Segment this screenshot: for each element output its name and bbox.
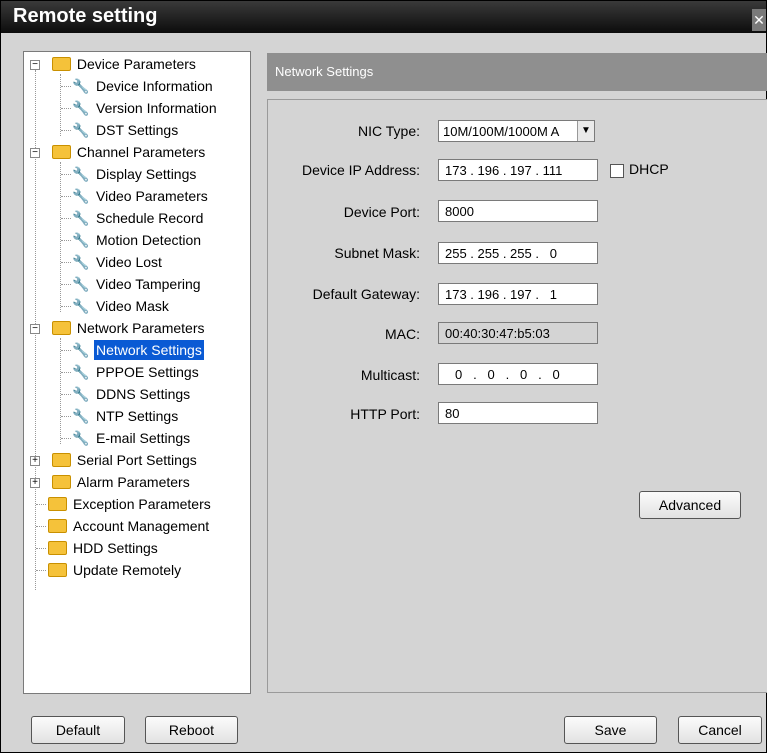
mac-field: 00:40:30:47:b5:03 — [438, 322, 598, 344]
remote-setting-window: Remote setting ✕ − Device Parameters 🔧 De… — [0, 0, 767, 753]
folder-icon — [51, 145, 71, 160]
tree-item-pppoe-settings[interactable]: 🔧 PPPOE Settings — [72, 362, 201, 382]
section-header: Network Settings — [267, 53, 767, 91]
tree-item-display-settings[interactable]: 🔧 Display Settings — [72, 164, 198, 184]
folder-icon — [51, 453, 71, 468]
tree-item-ntp-settings[interactable]: 🔧 NTP Settings — [72, 406, 180, 426]
collapse-icon[interactable]: − — [30, 324, 40, 334]
tree-item-video-mask[interactable]: 🔧 Video Mask — [72, 296, 171, 316]
folder-icon — [51, 475, 71, 490]
wrench-icon: 🔧 — [72, 408, 90, 424]
wrench-icon: 🔧 — [72, 276, 90, 292]
wrench-icon: 🔧 — [72, 364, 90, 380]
tree-node-exception-parameters[interactable]: Exception Parameters — [48, 494, 213, 514]
title-bar: Remote setting ✕ — [1, 1, 766, 33]
mac-label: MAC: — [385, 326, 420, 342]
tree-node-alarm-parameters[interactable]: + Alarm Parameters — [30, 472, 192, 492]
tree-item-version-information[interactable]: 🔧 Version Information — [72, 98, 219, 118]
wrench-icon: 🔧 — [72, 430, 90, 446]
tree-node-device-parameters[interactable]: − Device Parameters — [30, 54, 198, 74]
default-gateway-field[interactable]: 173 . 196 . 197 . 1 — [438, 283, 598, 305]
multicast-field[interactable]: 0 . 0 . 0 . 0 — [438, 363, 598, 385]
folder-icon — [48, 563, 67, 578]
tree-node-network-parameters[interactable]: − Network Parameters — [30, 318, 206, 338]
wrench-icon: 🔧 — [72, 232, 90, 248]
wrench-icon: 🔧 — [72, 386, 90, 402]
section-title: Network Settings — [275, 64, 374, 79]
subnet-mask-field[interactable]: 255 . 255 . 255 . 0 — [438, 242, 598, 264]
subnet-mask-label: Subnet Mask: — [334, 245, 420, 261]
default-button[interactable]: Default — [31, 716, 125, 744]
http-port-field[interactable]: 80 — [438, 402, 598, 424]
http-port-label: HTTP Port: — [350, 406, 420, 422]
folder-icon — [51, 321, 71, 336]
folder-icon — [51, 57, 71, 72]
expand-icon[interactable]: + — [30, 478, 40, 488]
tree-item-dst-settings[interactable]: 🔧 DST Settings — [72, 120, 180, 140]
tree-node-serial-port-settings[interactable]: + Serial Port Settings — [30, 450, 199, 470]
device-ip-field[interactable]: 173 . 196 . 197 . 111 — [438, 159, 598, 181]
save-button[interactable]: Save — [564, 716, 657, 744]
nic-type-label: NIC Type: — [358, 123, 420, 139]
settings-tree[interactable]: − Device Parameters 🔧 Device Information … — [23, 51, 251, 694]
dhcp-label: DHCP — [629, 161, 669, 177]
wrench-icon: 🔧 — [72, 210, 90, 226]
tree-item-email-settings[interactable]: 🔧 E-mail Settings — [72, 428, 192, 448]
wrench-icon: 🔧 — [72, 188, 90, 204]
default-gateway-label: Default Gateway: — [312, 286, 420, 302]
device-ip-label: Device IP Address: — [301, 162, 420, 178]
chevron-down-icon[interactable]: ▼ — [577, 121, 594, 141]
wrench-icon: 🔧 — [72, 122, 90, 138]
reboot-button[interactable]: Reboot — [145, 716, 238, 744]
network-settings-panel: NIC Type: 10M/100M/1000M A ▼ Device IP A… — [267, 99, 767, 693]
tree-node-channel-parameters[interactable]: − Channel Parameters — [30, 142, 207, 162]
tree-item-ddns-settings[interactable]: 🔧 DDNS Settings — [72, 384, 192, 404]
tree-node-account-management[interactable]: Account Management — [48, 516, 211, 536]
tree-item-schedule-record[interactable]: 🔧 Schedule Record — [72, 208, 205, 228]
tree-item-motion-detection[interactable]: 🔧 Motion Detection — [72, 230, 203, 250]
collapse-icon[interactable]: − — [30, 60, 40, 70]
wrench-icon: 🔧 — [72, 166, 90, 182]
tree-item-video-lost[interactable]: 🔧 Video Lost — [72, 252, 164, 272]
tree-item-video-tampering[interactable]: 🔧 Video Tampering — [72, 274, 203, 294]
multicast-label: Multicast: — [360, 367, 420, 383]
folder-icon — [48, 541, 67, 556]
expand-icon[interactable]: + — [30, 456, 40, 466]
device-port-label: Device Port: — [343, 204, 420, 220]
wrench-icon: 🔧 — [72, 78, 90, 94]
tree-item-device-information[interactable]: 🔧 Device Information — [72, 76, 215, 96]
dhcp-checkbox[interactable] — [610, 164, 624, 178]
folder-icon — [48, 519, 67, 534]
window-title: Remote setting — [13, 5, 158, 27]
wrench-icon: 🔧 — [72, 298, 90, 314]
close-icon[interactable]: ✕ — [752, 9, 766, 31]
cancel-button[interactable]: Cancel — [678, 716, 762, 744]
advanced-button[interactable]: Advanced — [639, 491, 741, 519]
nic-type-select[interactable]: 10M/100M/1000M A ▼ — [438, 120, 595, 142]
wrench-icon: 🔧 — [72, 254, 90, 270]
folder-icon — [48, 497, 67, 512]
device-port-field[interactable]: 8000 — [438, 200, 598, 222]
tree-item-video-parameters[interactable]: 🔧 Video Parameters — [72, 186, 210, 206]
collapse-icon[interactable]: − — [30, 148, 40, 158]
wrench-icon: 🔧 — [72, 342, 90, 358]
tree-item-network-settings[interactable]: 🔧 Network Settings — [72, 340, 204, 360]
tree-node-update-remotely[interactable]: Update Remotely — [48, 560, 183, 580]
tree-node-hdd-settings[interactable]: HDD Settings — [48, 538, 160, 558]
wrench-icon: 🔧 — [72, 100, 90, 116]
